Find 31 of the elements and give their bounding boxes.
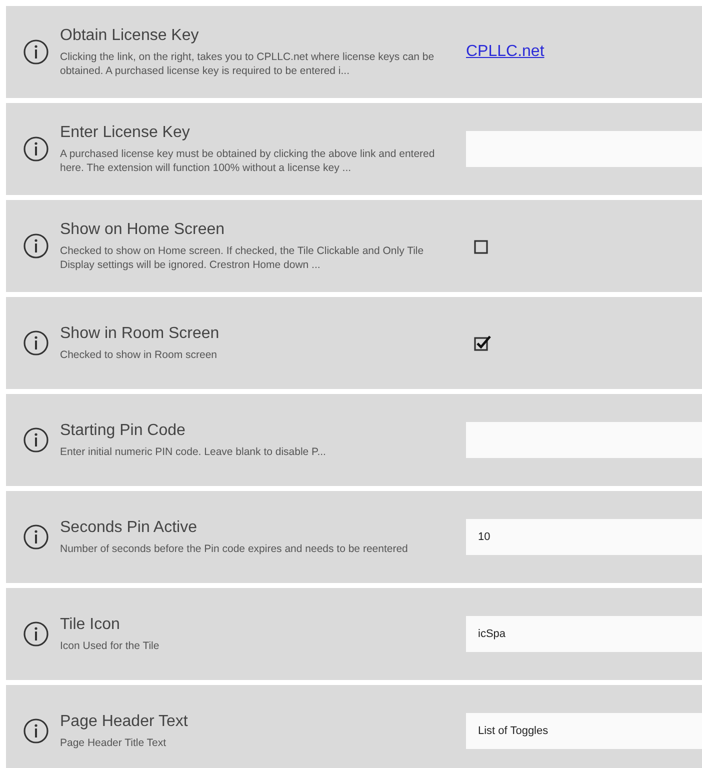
info-icon[interactable] (23, 136, 49, 162)
setting-description: Number of seconds before the Pin code expires and needs to be reentered (60, 542, 409, 556)
setting-description: Clicking the link, on the right, takes you to CPLLC.net where license keys can be obtained. A purchased license key is required to be entered i... (60, 50, 436, 78)
checkbox[interactable] (474, 335, 492, 351)
setting-title: Tile Icon (60, 615, 121, 635)
info-icon[interactable] (23, 427, 49, 453)
input-field[interactable] (466, 131, 702, 167)
input-field[interactable]: icSpa (466, 616, 702, 652)
license-link[interactable]: CPLLC.net (466, 40, 544, 64)
input-field[interactable] (466, 422, 702, 458)
info-icon[interactable] (23, 524, 49, 550)
info-icon[interactable] (23, 39, 49, 65)
info-icon[interactable] (23, 233, 49, 259)
setting-description: Enter initial numeric PIN code. Leave blank to disable P... (60, 445, 327, 459)
setting-title: Show in Room Screen (60, 324, 220, 344)
setting-description: A purchased license key must be obtained by clicking the above link and entered here. The extension will function 100% without a license key ... (60, 147, 436, 175)
info-icon[interactable] (23, 718, 49, 744)
setting-description: Page Header Title Text (60, 736, 168, 750)
input-field[interactable]: List of Toggles (466, 713, 702, 749)
info-icon[interactable] (23, 621, 49, 647)
setting-title: Seconds Pin Active (60, 518, 198, 538)
setting-title: Page Header Text (60, 712, 189, 732)
setting-description: Icon Used for the Tile (60, 639, 160, 653)
input-field[interactable]: 10 (466, 519, 702, 555)
setting-description: Checked to show in Room screen (60, 348, 218, 362)
setting-title: Enter License Key (60, 123, 191, 143)
setting-title: Show on Home Screen (60, 220, 226, 240)
setting-description: Checked to show on Home screen. If checked, the Tile Clickable and Only Tile Display settings will be ignored. Crestron Home down ... (60, 244, 425, 272)
setting-title: Obtain License Key (60, 26, 200, 46)
setting-title: Starting Pin Code (60, 421, 186, 441)
info-icon[interactable] (23, 330, 49, 356)
